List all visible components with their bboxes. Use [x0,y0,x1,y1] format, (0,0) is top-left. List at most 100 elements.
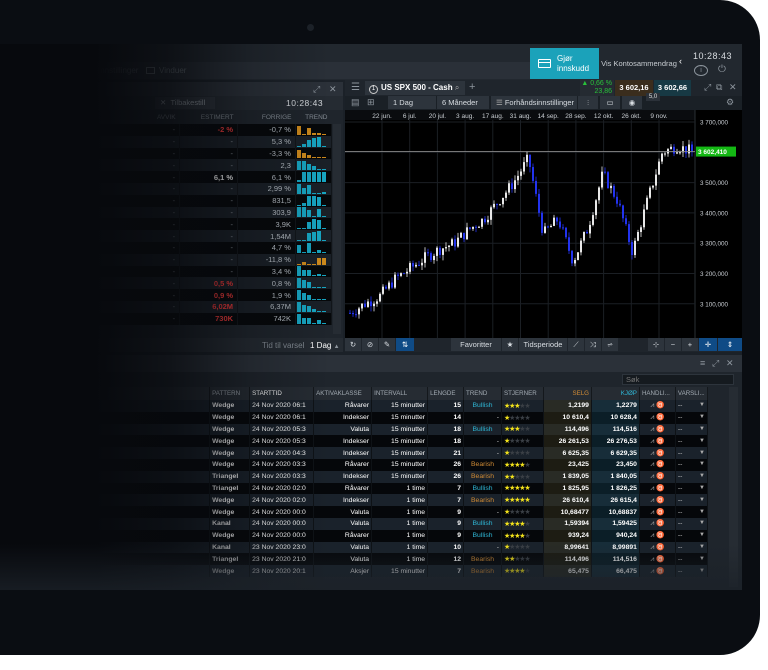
dropdown-icon[interactable]: ▼ [699,556,705,562]
table-row[interactable]: Wedge 24 Nov 2020 00:0 Valuta 1 time 9 -… [0,506,709,518]
alert-cell[interactable]: -- ▼ [675,517,709,530]
table-row[interactable]: - - 3,4 % [0,265,333,278]
chart-icon[interactable]: ⩘ [650,450,654,457]
bell-icon[interactable]: ♉ [656,568,664,575]
favorites-button[interactable]: Favoritter [451,338,501,351]
chart-icon[interactable]: ⩘ [650,461,654,468]
zoom-in-icon[interactable]: + [682,338,698,351]
candlestick-chart[interactable]: 22 jun. 6 jul. 20 jul. 3 aug. 17 aug. 31 aug.… [345,110,742,338]
bell-icon[interactable]: ♉ [656,556,664,563]
table-row[interactable]: - 6,02M 6,37M [0,300,333,313]
col-estimert[interactable]: ESTIMERT [180,110,238,124]
power-icon[interactable]: ⏻ [718,64,726,75]
timeperiod-button[interactable]: Tidsperiode [519,338,567,351]
bell-icon[interactable]: ♉ [656,426,664,433]
scrollbar[interactable] [333,124,341,334]
dropdown-icon[interactable]: ▼ [699,509,705,515]
zoom-out-icon[interactable]: − [665,338,681,351]
buy-cell[interactable]: 26 615,4 [591,494,640,507]
add-tab-icon[interactable]: + [469,81,475,93]
tab-windows[interactable]: Vinduer [140,62,560,79]
table-row[interactable]: Triangel 24 Nov 2020 03:3 Indekser 15 mi… [0,470,709,483]
bell-icon[interactable]: ♉ [656,509,664,516]
scrollbar[interactable] [729,387,738,587]
col-aktivaklasse[interactable]: AKTIVAKLASSE [313,387,373,400]
buy-cell[interactable]: 10,68837 [591,506,640,518]
bell-icon[interactable]: ♉ [656,438,664,445]
alert-cell[interactable]: -- ▼ [675,553,709,566]
trade-actions[interactable]: ⩘ ♉ [639,517,676,530]
table-row[interactable]: - - 831,5 [0,194,333,207]
trade-actions[interactable]: ⩘ ♉ [639,423,676,436]
table-row[interactable]: Wedge 24 Nov 2020 05:3 Valuta 15 minutte… [0,423,709,436]
col-avvik[interactable]: AVVIK [0,110,180,124]
alert-cell[interactable]: -- ▼ [675,411,709,424]
buy-cell[interactable]: 66,475 [591,565,640,577]
table-row[interactable]: - - 4,7 % [0,241,333,254]
chart-icon[interactable]: ⩘ [650,520,654,527]
table-row[interactable]: - - 2,3 [0,159,333,172]
col-trend[interactable]: TREND [463,387,503,400]
dropdown-icon[interactable]: ▼ [699,402,705,408]
col-lengde[interactable]: LENGDE [427,387,465,400]
table-row[interactable]: Wedge 24 Nov 2020 05:3 Indekser 15 minut… [0,435,709,448]
chart-icon[interactable]: ⩘ [650,556,654,563]
bell-icon[interactable]: ♉ [656,544,664,551]
buy-cell[interactable]: 10 628,4 [591,411,640,424]
trade-actions[interactable]: ⩘ ♉ [639,400,676,412]
alert-cell[interactable]: -- ▼ [675,482,709,495]
table-row[interactable]: - - -3,3 % [0,147,333,160]
sell-cell[interactable]: 939,24 [543,529,592,542]
bell-icon[interactable]: ♉ [656,461,664,468]
dropdown-icon[interactable]: ▼ [699,485,705,491]
reset-button[interactable]: ✕ Tilbakestill [155,97,215,109]
dropdown-icon[interactable]: ▼ [699,426,705,432]
table-row[interactable]: - - 2,99 % [0,182,333,195]
chart-icon[interactable]: ⩘ [650,426,654,433]
sell-cell[interactable]: 1,59394 [543,517,592,530]
dropdown-icon[interactable]: ▼ [699,438,705,444]
tab-settings[interactable]: Innstillinger [92,62,146,79]
col-handli[interactable]: HANDLI... [639,387,676,400]
chart-icon[interactable]: ⩘ [650,497,654,504]
table-row[interactable]: - 730K 742K [0,312,333,325]
deposit-button[interactable]: Gjør innskudd [530,48,599,79]
reset-icon[interactable]: ↻ [345,338,361,351]
col-forrige[interactable]: FORRIGE [238,110,296,124]
trade-actions[interactable]: ⩘ ♉ [639,494,676,507]
bell-icon[interactable]: ♉ [656,520,664,527]
sell-cell[interactable]: 26 261,53 [543,435,592,448]
col-pattern[interactable]: PATTERN [209,387,251,400]
bell-icon[interactable]: ♉ [656,450,664,457]
chart-icon[interactable]: ⩘ [650,544,654,551]
alert-cell[interactable]: -- ▼ [675,565,709,577]
expand-icon[interactable]: ⤢ [712,358,719,369]
sell-cell[interactable]: 1 825,95 [543,482,592,495]
fib-icon[interactable]: ⩫ [602,338,618,351]
chart-icon[interactable]: ⩘ [650,473,654,480]
chart-icon[interactable]: ⩘ [650,414,654,421]
table-row[interactable]: Triangel 24 Nov 2020 02:0 Råvarer 1 time… [0,482,709,495]
sell-cell[interactable]: 26 610,4 [543,494,592,507]
collapse-chevron-icon[interactable]: ‹ [679,56,682,66]
instrument-selector[interactable]: 1 US SPX 500 - Cash ⌕ [365,81,465,95]
buy-cell[interactable]: 1 840,05 [591,470,640,483]
buy-cell[interactable]: 6 629,35 [591,447,640,459]
scale-icon[interactable]: ⇅ [396,338,414,351]
col-trend[interactable]: TREND [295,110,331,124]
pencil-icon[interactable]: ✎ [379,338,395,351]
info-icon[interactable]: i [694,65,708,76]
dropdown-icon[interactable]: ▼ [699,568,705,574]
table-row[interactable]: - - 1,54M [0,230,333,242]
table-row[interactable]: - 0,5 % 0,8 % [0,277,333,290]
table-row[interactable]: Wedge 24 Nov 2020 02:0 Indekser 1 time 7… [0,494,709,507]
crosshair-icon[interactable]: ✛ [699,338,717,351]
bell-icon[interactable]: ♉ [656,473,664,480]
price-chart[interactable]: 22 jun. 6 jul. 20 jul. 3 aug. 17 aug. 31 aug.… [345,110,742,338]
table-row[interactable]: Kanal 24 Nov 2020 00:0 Valuta 1 time 9 B… [0,517,709,530]
chart-icon[interactable]: ⩘ [650,568,654,575]
bell-icon[interactable]: ♉ [656,402,664,409]
close-icon[interactable]: ✕ [729,82,737,93]
alert-cell[interactable]: -- ▼ [675,400,709,412]
table-row[interactable]: - - 303,9 [0,206,333,219]
